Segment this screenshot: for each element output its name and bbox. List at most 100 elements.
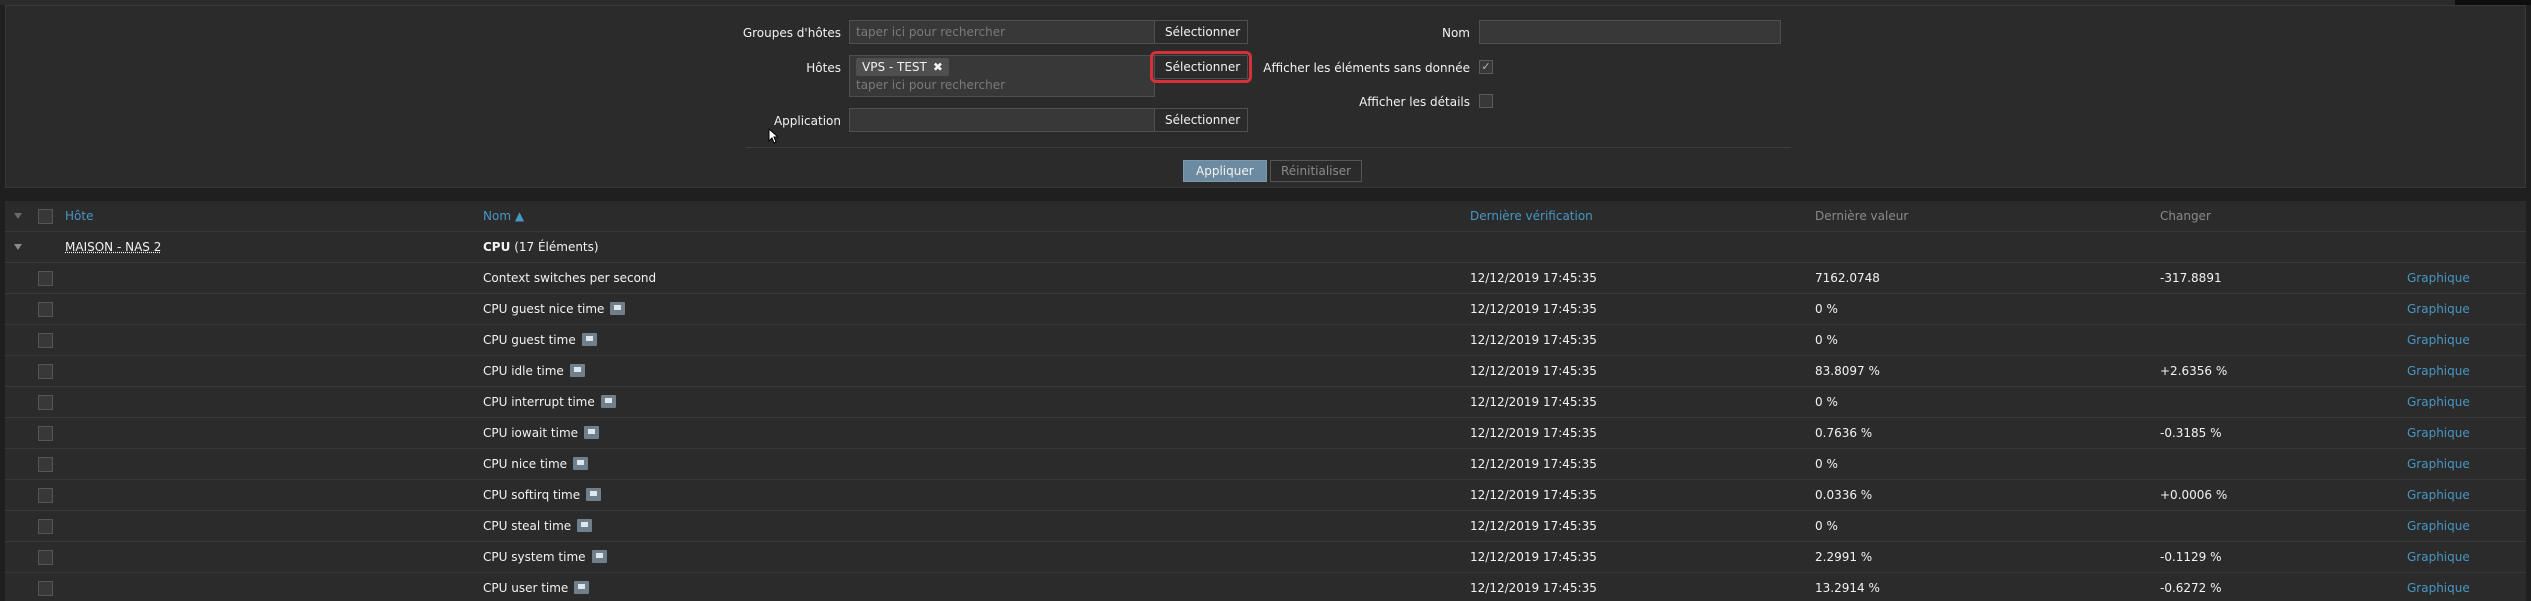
- hosts-input[interactable]: VPS - TEST ✖ taper ici pour rechercher: [849, 55, 1155, 97]
- host-column-header[interactable]: Hôte: [65, 201, 93, 232]
- table-row: CPU interrupt time 12/12/2019 17:45:35 0 %…: [5, 387, 2526, 418]
- filter-panel: Groupes d'hôtes taper ici pour recherche…: [5, 5, 2526, 188]
- name-label: Nom: [1441, 26, 1470, 40]
- apply-button[interactable]: Appliquer: [1183, 160, 1267, 182]
- graph-link[interactable]: Graphique: [2407, 418, 2470, 449]
- item-name[interactable]: Context switches per second: [483, 271, 656, 285]
- graph-link[interactable]: Graphique: [2407, 263, 2470, 294]
- row-checkbox[interactable]: [38, 550, 53, 565]
- flag-icon[interactable]: [586, 488, 602, 501]
- last-check-cell: 12/12/2019 17:45:35: [1470, 550, 1597, 564]
- item-name-cell[interactable]: CPU system time: [483, 542, 607, 573]
- reset-button[interactable]: Réinitialiser: [1270, 160, 1363, 182]
- host-tag: VPS - TEST ✖: [856, 58, 949, 76]
- show-details-checkbox[interactable]: [1479, 94, 1493, 108]
- graph-link[interactable]: Graphique: [2407, 480, 2470, 511]
- host-groups-input[interactable]: taper ici pour rechercher: [849, 20, 1155, 44]
- application-select-button[interactable]: Sélectionner: [1154, 108, 1248, 132]
- last-check-cell: 12/12/2019 17:45:35: [1470, 302, 1597, 316]
- last-value-cell: 7162.0748: [1815, 271, 1880, 285]
- graph-link[interactable]: Graphique: [2407, 449, 2470, 480]
- graph-link[interactable]: Graphique: [2407, 325, 2470, 356]
- item-name[interactable]: CPU interrupt time: [483, 395, 595, 409]
- show-without-data-checkbox[interactable]: ✓: [1479, 60, 1493, 74]
- item-name[interactable]: CPU iowait time: [483, 426, 578, 440]
- table-row: CPU softirq time 12/12/2019 17:45:35 0.033…: [5, 480, 2526, 511]
- graph-link[interactable]: Graphique: [2407, 542, 2470, 573]
- mouse-cursor-icon: [768, 128, 778, 144]
- flag-icon[interactable]: [573, 457, 589, 470]
- flag-icon[interactable]: [569, 364, 585, 377]
- table-header: Hôte Nom ▲ Dernière vérification Dernièr…: [5, 201, 2526, 232]
- item-name-cell[interactable]: CPU steal time: [483, 511, 593, 542]
- item-name-cell[interactable]: CPU idle time: [483, 356, 585, 387]
- table-row: CPU guest time 12/12/2019 17:45:35 0 % Grap…: [5, 325, 2526, 356]
- triangle-down-icon[interactable]: [14, 244, 22, 250]
- item-name-cell[interactable]: CPU user time: [483, 573, 590, 601]
- show-details-label: Afficher les détails: [1359, 95, 1470, 109]
- item-name-cell[interactable]: CPU guest nice time: [483, 294, 626, 325]
- change-cell: -0.3185 %: [2160, 426, 2222, 440]
- row-checkbox[interactable]: [38, 488, 53, 503]
- last-check-cell: 12/12/2019 17:45:35: [1470, 395, 1597, 409]
- item-name-cell[interactable]: CPU interrupt time: [483, 387, 616, 418]
- last-value-cell: 2.2991 %: [1815, 550, 1873, 564]
- item-name-cell[interactable]: CPU nice time: [483, 449, 589, 480]
- table-row: CPU idle time 12/12/2019 17:45:35 83.8097 …: [5, 356, 2526, 387]
- item-name-cell[interactable]: CPU iowait time: [483, 418, 600, 449]
- filter-divider: [746, 147, 1791, 148]
- application-input[interactable]: [849, 108, 1155, 132]
- last-value-cell: 0 %: [1815, 457, 1838, 471]
- item-name[interactable]: CPU idle time: [483, 364, 564, 378]
- flag-icon[interactable]: [610, 302, 626, 315]
- row-checkbox[interactable]: [38, 302, 53, 317]
- row-checkbox[interactable]: [38, 271, 53, 286]
- item-name[interactable]: CPU system time: [483, 550, 586, 564]
- triangle-down-icon[interactable]: [14, 213, 22, 219]
- item-name[interactable]: CPU guest time: [483, 333, 576, 347]
- row-checkbox[interactable]: [38, 519, 53, 534]
- item-name-cell[interactable]: CPU guest time: [483, 325, 597, 356]
- row-checkbox[interactable]: [38, 457, 53, 472]
- last-check-cell: 12/12/2019 17:45:35: [1470, 271, 1597, 285]
- change-cell: -317.8891: [2160, 271, 2222, 285]
- name-column-header[interactable]: Nom ▲: [483, 201, 524, 232]
- flag-icon[interactable]: [574, 581, 590, 594]
- graph-link[interactable]: Graphique: [2407, 511, 2470, 542]
- flag-icon[interactable]: [577, 519, 593, 532]
- last-check-cell: 12/12/2019 17:45:35: [1470, 426, 1597, 440]
- graph-link[interactable]: Graphique: [2407, 573, 2470, 601]
- flag-icon[interactable]: [591, 550, 607, 563]
- row-checkbox[interactable]: [38, 426, 53, 441]
- graph-link[interactable]: Graphique: [2407, 387, 2470, 418]
- hosts-placeholder: taper ici pour rechercher: [856, 78, 1006, 92]
- last-value-cell: 13.2914 %: [1815, 581, 1880, 595]
- row-checkbox[interactable]: [38, 395, 53, 410]
- row-checkbox[interactable]: [38, 581, 53, 596]
- item-name-cell[interactable]: Context switches per second: [483, 263, 656, 294]
- item-name[interactable]: CPU steal time: [483, 519, 571, 533]
- host-groups-select-button[interactable]: Sélectionner: [1154, 20, 1248, 44]
- flag-icon[interactable]: [581, 333, 597, 346]
- item-name[interactable]: CPU softirq time: [483, 488, 580, 502]
- last-value-cell: 0 %: [1815, 333, 1838, 347]
- last-value-cell: 83.8097 %: [1815, 364, 1880, 378]
- table-row: CPU system time 12/12/2019 17:45:35 2.2991…: [5, 542, 2526, 573]
- group-row: MAISON - NAS 2 CPU (17 Éléments): [5, 232, 2526, 263]
- last-check-column-header[interactable]: Dernière vérification: [1470, 201, 1593, 232]
- item-name[interactable]: CPU user time: [483, 581, 568, 595]
- row-checkbox[interactable]: [38, 364, 53, 379]
- graph-link[interactable]: Graphique: [2407, 356, 2470, 387]
- row-checkbox[interactable]: [38, 333, 53, 348]
- close-icon[interactable]: ✖: [933, 60, 943, 74]
- select-all-checkbox[interactable]: [38, 209, 53, 224]
- name-input[interactable]: [1479, 20, 1781, 44]
- graph-link[interactable]: Graphique: [2407, 294, 2470, 325]
- item-name-cell[interactable]: CPU softirq time: [483, 480, 602, 511]
- flag-icon[interactable]: [600, 395, 616, 408]
- flag-icon[interactable]: [584, 426, 600, 439]
- item-name[interactable]: CPU nice time: [483, 457, 567, 471]
- last-check-cell: 12/12/2019 17:45:35: [1470, 457, 1597, 471]
- group-host-name[interactable]: MAISON - NAS 2: [65, 232, 161, 263]
- item-name[interactable]: CPU guest nice time: [483, 302, 604, 316]
